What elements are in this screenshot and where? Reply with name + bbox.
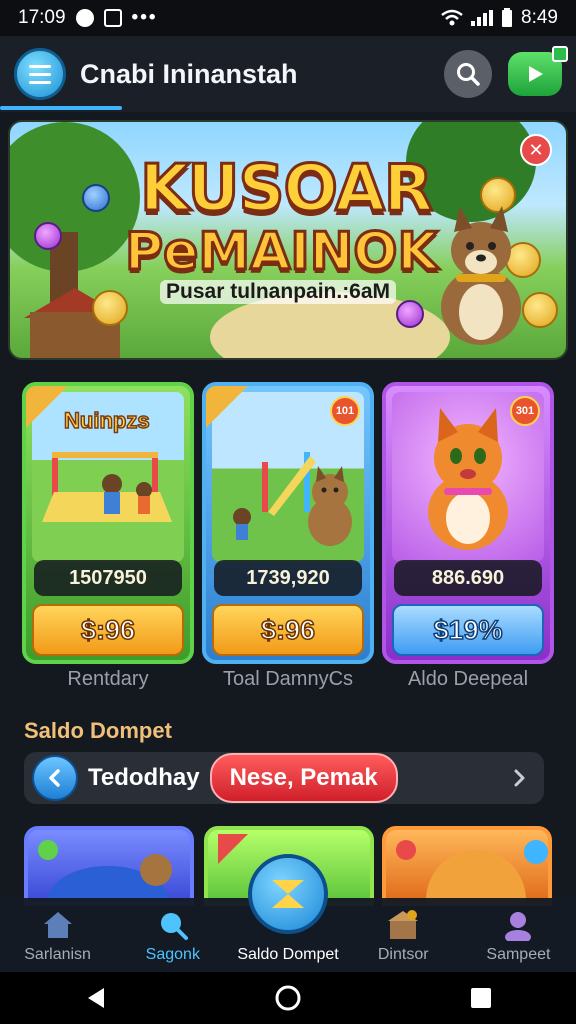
corner-flag-icon [206,386,248,428]
nav-label: Dintsor [377,946,429,963]
status-bar: 17:09 ••• 8:49 [0,0,576,36]
chevron-left-icon [49,769,60,787]
app-notification-icon [103,9,122,27]
menu-button[interactable] [14,48,66,100]
star-icon [272,880,304,908]
gem-icon [396,300,424,328]
nav-item-search[interactable]: Sagonk [115,908,230,964]
card-score: 1507950 [34,560,182,596]
game-card-partial[interactable] [382,826,552,906]
card-artwork [38,840,172,902]
notification-icon [75,9,94,27]
gem-icon [82,184,110,212]
nav-item-shop[interactable]: Dintsor [346,908,461,964]
app-title: Cnabi Ininanstah [80,58,298,89]
card-title: Nuinpzs [63,407,150,434]
filter-label: Tedodhay [88,764,200,791]
coin-icon [92,290,128,326]
level-badge: 101 [330,396,360,426]
hamburger-icon [29,64,51,68]
close-icon: ✕ [528,139,544,160]
card-price-button[interactable]: $:96 [32,604,184,656]
search-button[interactable] [444,50,492,98]
shop-icon [385,908,421,942]
active-tab-indicator [0,106,122,110]
new-badge-icon [552,46,568,62]
card-price-button[interactable]: $19% [392,604,544,656]
nav-item-home[interactable]: Sarlanisn [0,908,115,964]
more-notifications-icon: ••• [131,7,158,28]
close-banner-button[interactable]: ✕ [520,134,552,166]
app-header: Cnabi Ininanstah [0,36,576,112]
play-store-button[interactable] [508,46,568,96]
status-time-right: 8:49 [521,7,558,28]
play-icon [529,66,543,82]
card-score: 1739,920 [214,560,362,596]
system-navigation [0,972,576,1024]
nav-item-profile[interactable]: Sampeet [461,908,576,964]
profile-icon [500,908,536,942]
banner-title-line2: PeMAINOK [124,221,440,284]
game-card[interactable]: 101 1739,920 $:96 [202,382,374,664]
banner-subtitle: Pusar tulnanpain.:6aM [160,280,397,304]
level-badge: 301 [510,396,540,426]
card-caption: Toal DamnyCs [222,668,354,690]
nav-label: Sarlanisn [24,946,91,963]
nav-label: Saldo Dompet [237,946,339,963]
gem-icon [34,222,62,250]
promo-banner[interactable]: KUSOAR PeMAINOK Pusar tulnanpain.:6aM ✕ [8,120,568,360]
section-title: Saldo Dompet [24,718,172,743]
game-card[interactable]: Nuinpzs 1507950 $:96 [22,382,194,664]
wifi-icon [441,9,463,26]
nav-label: Sampeet [486,946,551,963]
filter-bar: Tedodhay Nese, Pemak [24,752,544,804]
banner-title: KUSOAR [138,151,434,228]
search-icon [155,908,191,942]
nav-label: Sagonk [145,946,200,963]
card-caption: Aldo Deepeal [407,668,529,690]
back-button[interactable] [32,755,78,801]
game-card[interactable]: 301 886.690 $19% [382,382,554,664]
corner-flag-icon [26,386,68,428]
status-time-left: 17:09 [18,7,66,28]
battery-icon [502,8,513,27]
wallet-fab-button[interactable] [248,854,328,934]
recents-nav-icon[interactable] [470,987,492,1009]
next-button[interactable] [504,762,536,794]
home-icon [40,908,76,942]
chevron-right-icon [514,769,525,787]
back-nav-icon[interactable] [84,986,106,1010]
card-score: 886.690 [394,560,542,596]
home-nav-icon[interactable] [274,984,302,1012]
signal-icon [471,10,494,26]
filter-chip[interactable]: Nese, Pemak [209,753,398,803]
search-icon [457,63,480,86]
game-card-partial[interactable] [24,826,194,906]
card-price-button[interactable]: $:96 [212,604,364,656]
game-cards: Nuinpzs 1507950 $:96 101 1739,920 $:96 3… [0,382,576,702]
dog-mascot-icon [441,206,521,345]
card-artwork [396,840,548,902]
card-caption: Rentdary [67,668,149,690]
